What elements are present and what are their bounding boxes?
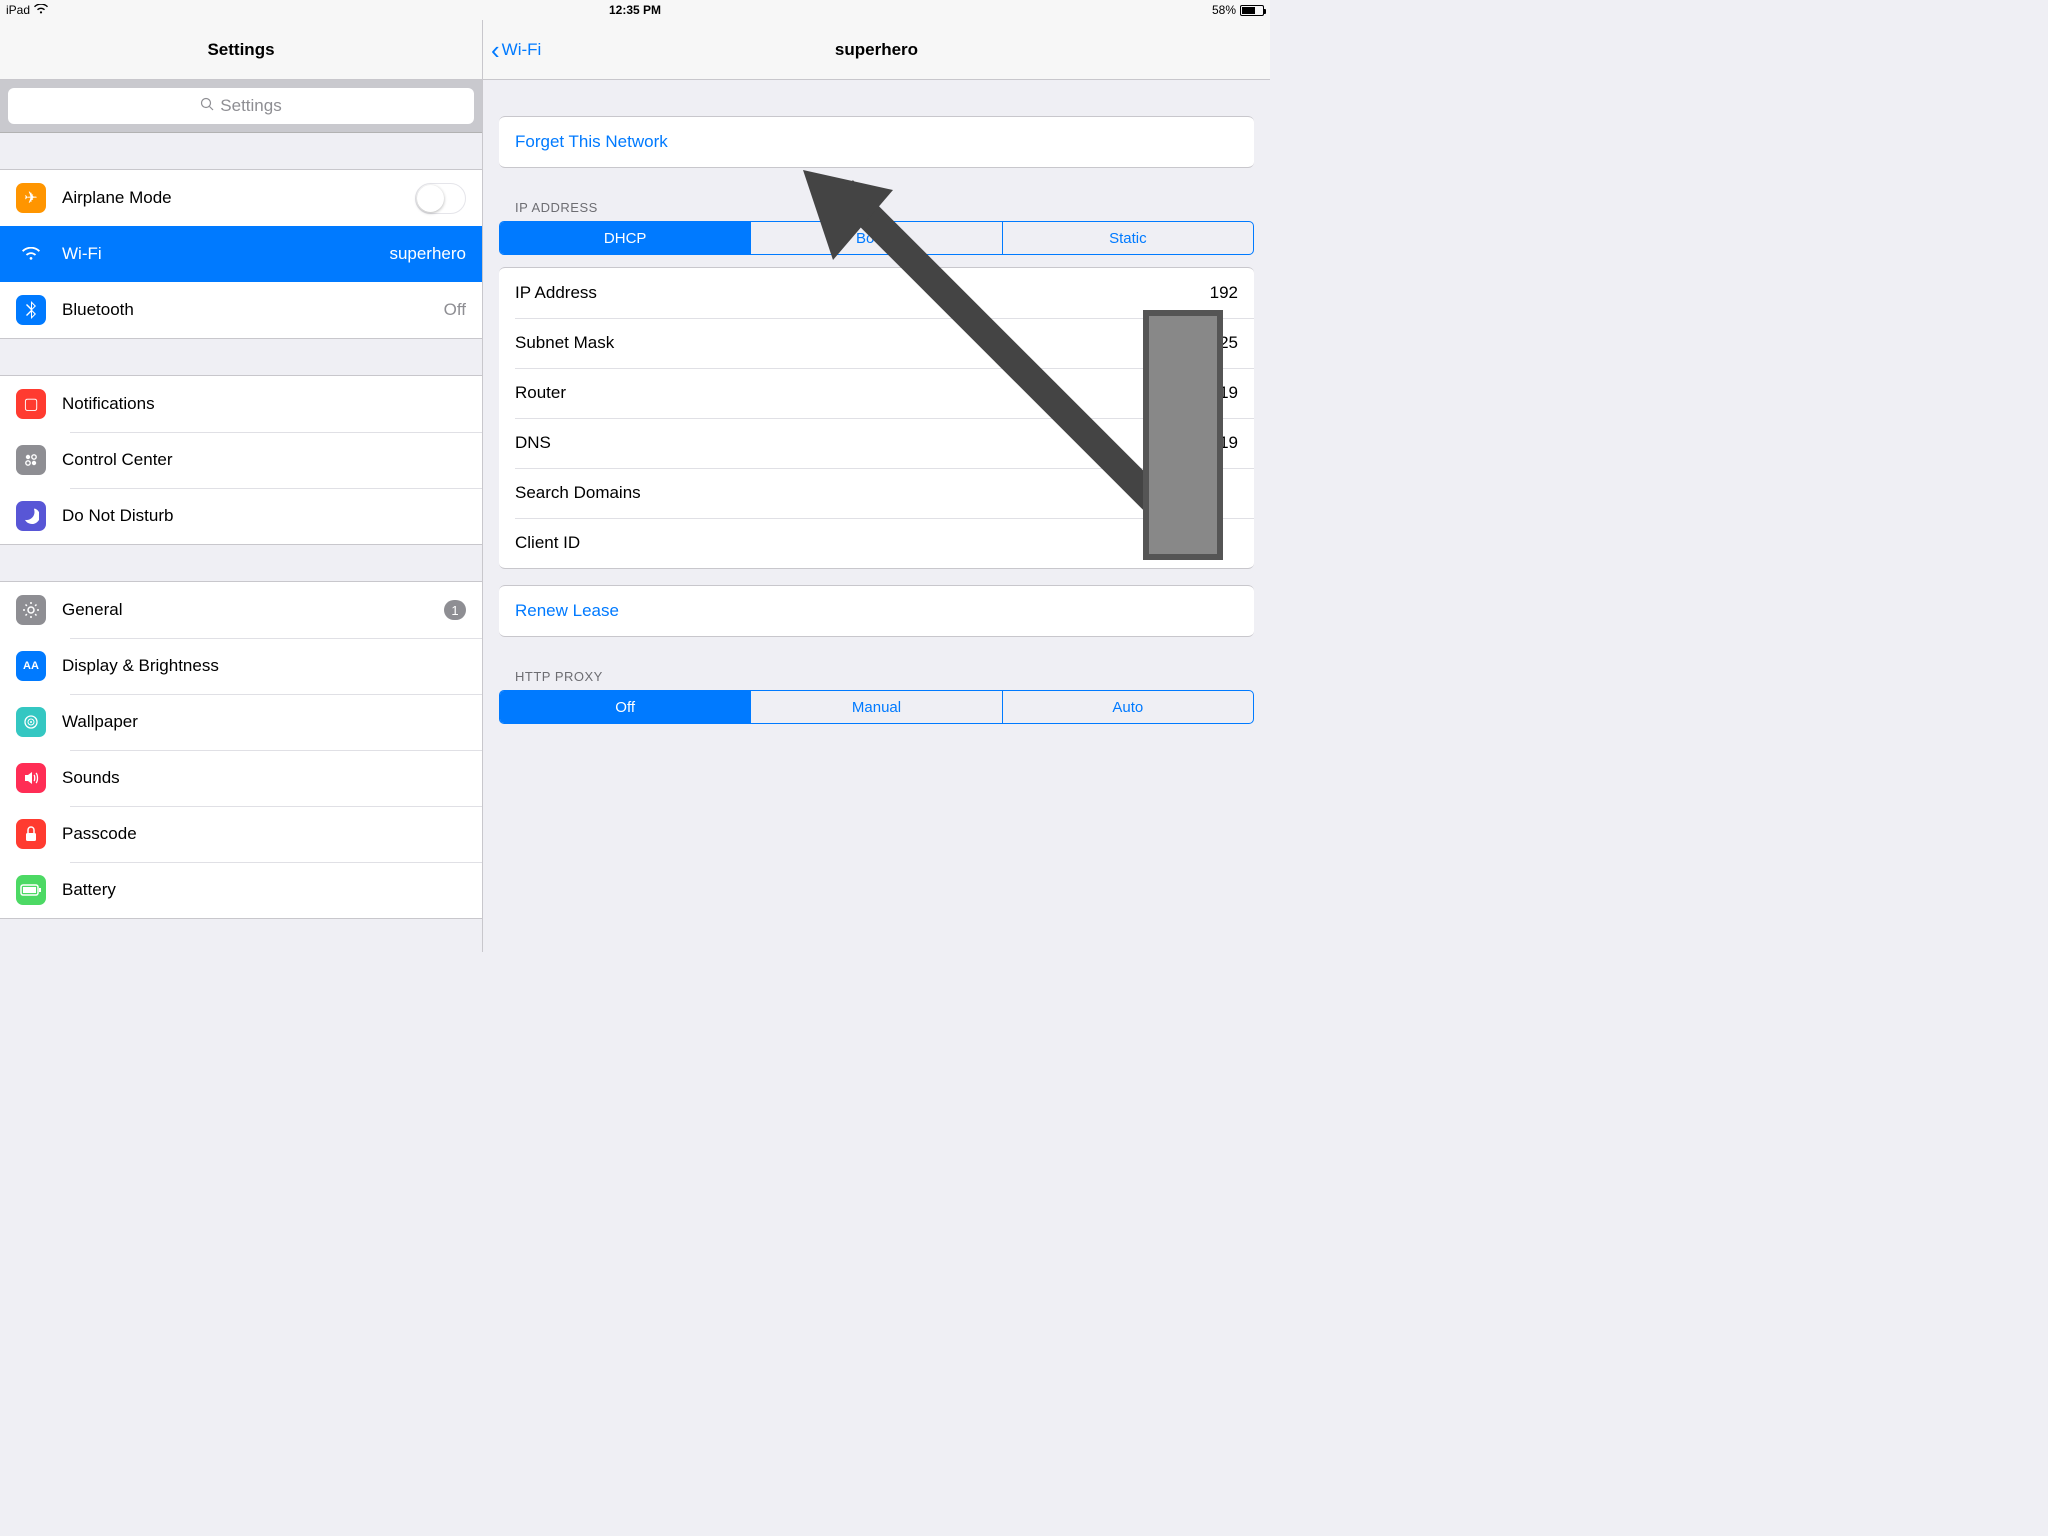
lock-icon	[16, 819, 46, 849]
airplane-icon: ✈	[16, 183, 46, 213]
sidebar-item-battery[interactable]: Battery	[0, 862, 482, 918]
seg-proxy-auto[interactable]: Auto	[1002, 691, 1253, 723]
row-dns[interactable]: DNS 19	[499, 418, 1254, 468]
sidebar-item-bluetooth[interactable]: Bluetooth Off	[0, 282, 482, 338]
sidebar-item-controlcenter[interactable]: Control Center	[0, 432, 482, 488]
sidebar-item-airplane[interactable]: ✈ Airplane Mode	[0, 170, 482, 226]
ip-section-header: IP ADDRESS	[483, 184, 1270, 221]
sidebar-item-passcode[interactable]: Passcode	[0, 806, 482, 862]
status-bar: iPad 12:35 PM 58%	[0, 0, 1270, 20]
row-ip-address[interactable]: IP Address 192	[499, 268, 1254, 318]
gear-icon	[16, 595, 46, 625]
wifi-row-icon	[16, 239, 46, 269]
wallpaper-icon	[16, 707, 46, 737]
bluetooth-icon	[16, 295, 46, 325]
sidebar-title: Settings	[0, 20, 482, 80]
search-placeholder: Settings	[220, 96, 281, 116]
row-router[interactable]: Router 19	[499, 368, 1254, 418]
chevron-left-icon: ‹	[491, 37, 500, 63]
sidebar-item-wallpaper[interactable]: Wallpaper	[0, 694, 482, 750]
detail-pane: ‹ Wi-Fi superhero Forget This Network IP…	[483, 20, 1270, 952]
forget-network-button[interactable]: Forget This Network	[499, 117, 1254, 167]
proxy-section-header: HTTP PROXY	[483, 653, 1270, 690]
airplane-toggle[interactable]	[415, 183, 466, 214]
back-button[interactable]: ‹ Wi-Fi	[491, 37, 541, 63]
search-wrap: Settings	[0, 80, 482, 133]
row-client-id[interactable]: Client ID	[499, 518, 1254, 568]
display-icon: AA	[16, 651, 46, 681]
proxy-segmented[interactable]: Off Manual Auto	[499, 690, 1254, 724]
row-search-domains[interactable]: Search Domains	[499, 468, 1254, 518]
sidebar-item-general[interactable]: General 1	[0, 582, 482, 638]
battery-row-icon	[16, 875, 46, 905]
seg-static[interactable]: Static	[1002, 222, 1253, 254]
detail-header: ‹ Wi-Fi superhero	[483, 20, 1270, 80]
notifications-icon: ▢	[16, 389, 46, 419]
sidebar-item-notifications[interactable]: ▢ Notifications	[0, 376, 482, 432]
seg-bootp[interactable]: BootP	[750, 222, 1001, 254]
sidebar-item-dnd[interactable]: Do Not Disturb	[0, 488, 482, 544]
sidebar-item-display[interactable]: AA Display & Brightness	[0, 638, 482, 694]
controlcenter-icon	[16, 445, 46, 475]
moon-icon	[16, 501, 46, 531]
seg-dhcp[interactable]: DHCP	[500, 222, 750, 254]
seg-proxy-off[interactable]: Off	[500, 691, 750, 723]
general-badge: 1	[444, 600, 466, 620]
sounds-icon	[16, 763, 46, 793]
sidebar-item-sounds[interactable]: Sounds	[0, 750, 482, 806]
seg-proxy-manual[interactable]: Manual	[750, 691, 1001, 723]
clock: 12:35 PM	[206, 3, 1064, 17]
detail-title: superhero	[483, 40, 1270, 60]
renew-lease-button[interactable]: Renew Lease	[499, 586, 1254, 636]
battery-icon	[1240, 5, 1264, 16]
search-icon	[200, 96, 214, 116]
sidebar: Settings Settings ✈ Airplane Mode Wi-Fi …	[0, 20, 483, 952]
sidebar-item-wifi[interactable]: Wi-Fi superhero	[0, 226, 482, 282]
search-input[interactable]: Settings	[8, 88, 474, 124]
device-label: iPad	[6, 3, 30, 17]
wifi-icon	[34, 3, 48, 17]
row-subnet[interactable]: Subnet Mask 255.25	[499, 318, 1254, 368]
ip-mode-segmented[interactable]: DHCP BootP Static	[499, 221, 1254, 255]
redaction-box	[1143, 310, 1223, 560]
battery-percent: 58%	[1212, 3, 1236, 17]
